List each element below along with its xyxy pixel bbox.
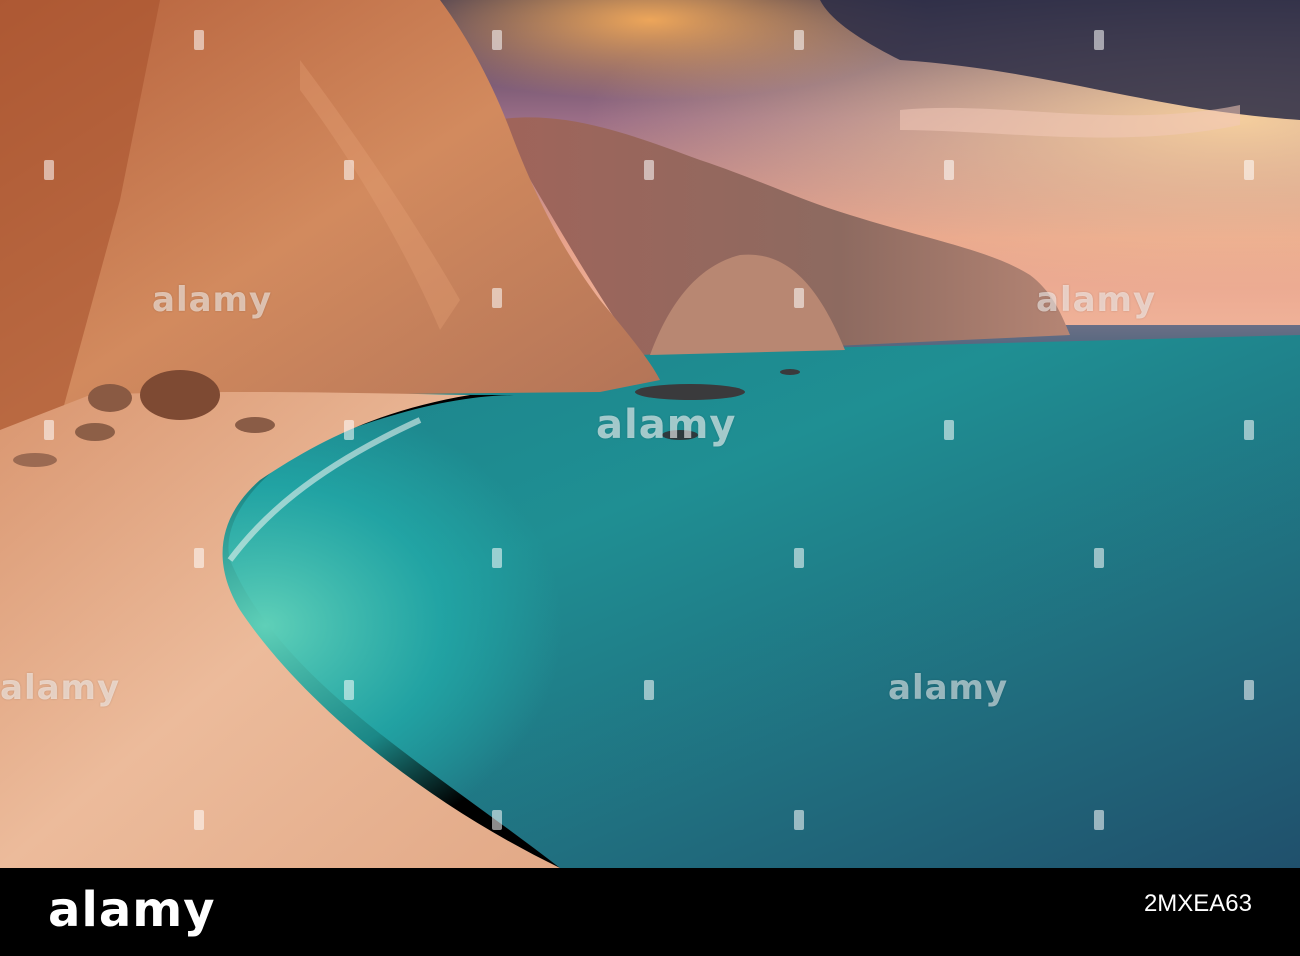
watermark-bottom-left: alamy	[0, 668, 121, 708]
watermark-dot	[1244, 160, 1254, 180]
watermark-dot	[1094, 810, 1104, 830]
watermark-dot	[944, 160, 954, 180]
watermark-dot	[194, 548, 204, 568]
stock-photo-frame: alamy alamy alamy alamy alamy alamy 2MXE…	[0, 0, 1300, 956]
watermark-dot	[492, 30, 502, 50]
watermark-dot	[794, 30, 804, 50]
watermark-dot	[492, 548, 502, 568]
brand-logo: alamy	[48, 882, 216, 938]
watermark-dot	[194, 810, 204, 830]
watermark-center: alamy	[596, 402, 737, 448]
watermark-dot	[644, 160, 654, 180]
watermark-dot	[794, 548, 804, 568]
watermark-dot	[1244, 680, 1254, 700]
image-id: 2MXEA63	[1143, 890, 1252, 917]
watermark-dot	[1244, 420, 1254, 440]
watermark-dot	[44, 420, 54, 440]
watermark-dot	[644, 680, 654, 700]
watermark-dot	[1094, 548, 1104, 568]
watermark-dot	[44, 160, 54, 180]
watermark-dot	[944, 420, 954, 440]
watermark-top-left: alamy	[152, 280, 273, 320]
watermark-dot	[1094, 30, 1104, 50]
watermark-dot	[492, 810, 502, 830]
watermark-dot	[344, 420, 354, 440]
watermark-dot	[492, 288, 502, 308]
footer-bar: alamy 2MXEA63	[0, 868, 1300, 956]
watermark-dot	[794, 288, 804, 308]
landscape-photo: alamy alamy alamy alamy alamy	[0, 0, 1300, 868]
watermark-bottom-right: alamy	[888, 668, 1009, 708]
watermark-dot	[344, 680, 354, 700]
watermark-dot	[344, 160, 354, 180]
watermark-dot	[794, 810, 804, 830]
watermark-dot	[194, 30, 204, 50]
watermark-top-right: alamy	[1036, 280, 1157, 320]
